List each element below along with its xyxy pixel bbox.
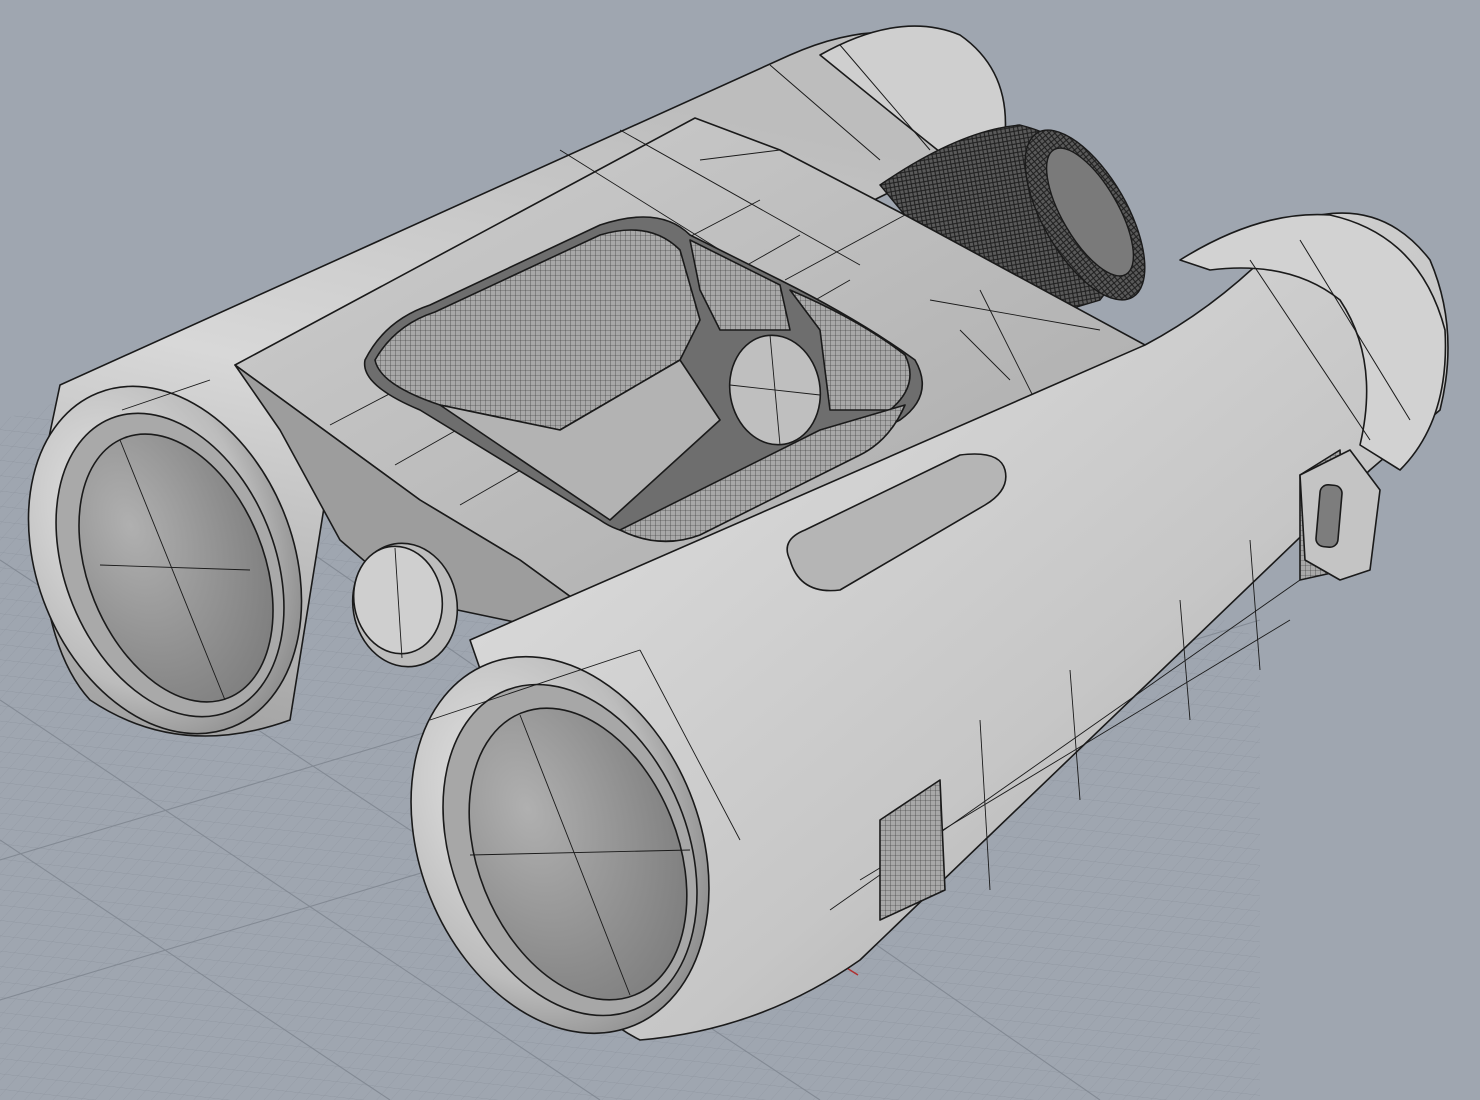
rhino-perspective-viewport[interactable] <box>0 0 1480 1100</box>
binoculars-model-render[interactable] <box>0 0 1480 1100</box>
